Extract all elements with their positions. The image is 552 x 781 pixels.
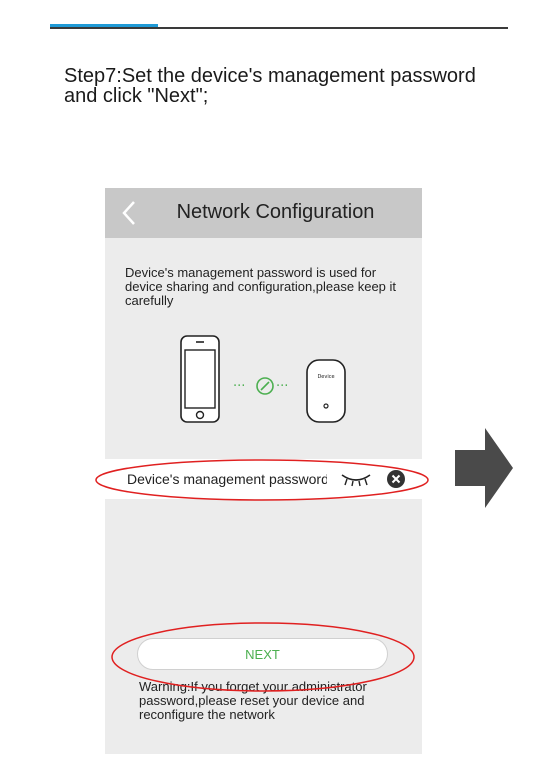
header-rule bbox=[50, 27, 508, 29]
clear-circle-icon[interactable] bbox=[387, 470, 405, 488]
svg-text:···: ··· bbox=[276, 379, 288, 394]
description-text: Device's management password is used for… bbox=[125, 265, 397, 308]
device-label: Device bbox=[317, 374, 334, 380]
router-device-icon: Device bbox=[306, 359, 346, 423]
warning-text: Warning:If you forget your administrator… bbox=[139, 679, 367, 722]
navbar: Network Configuration bbox=[105, 188, 422, 238]
right-arrow-icon bbox=[455, 428, 513, 508]
step-line-2: and click "Next"; bbox=[64, 85, 209, 107]
pairing-illustration: ··· ··· Device bbox=[180, 335, 346, 423]
next-button[interactable]: NEXT bbox=[137, 638, 388, 670]
smartphone-icon bbox=[180, 335, 220, 423]
password-input[interactable] bbox=[127, 459, 327, 499]
svg-text:···: ··· bbox=[233, 379, 245, 394]
eye-closed-icon[interactable] bbox=[339, 471, 373, 487]
step-instruction: Step7:Set the device's management passwo… bbox=[64, 66, 524, 106]
step-line-1: Step7:Set the device's management passwo… bbox=[64, 65, 476, 87]
phone-screen: Network Configuration Device's managemen… bbox=[105, 188, 422, 754]
password-row bbox=[105, 459, 422, 499]
link-icon: ··· ··· bbox=[233, 377, 288, 395]
page-title: Network Configuration bbox=[176, 201, 375, 223]
